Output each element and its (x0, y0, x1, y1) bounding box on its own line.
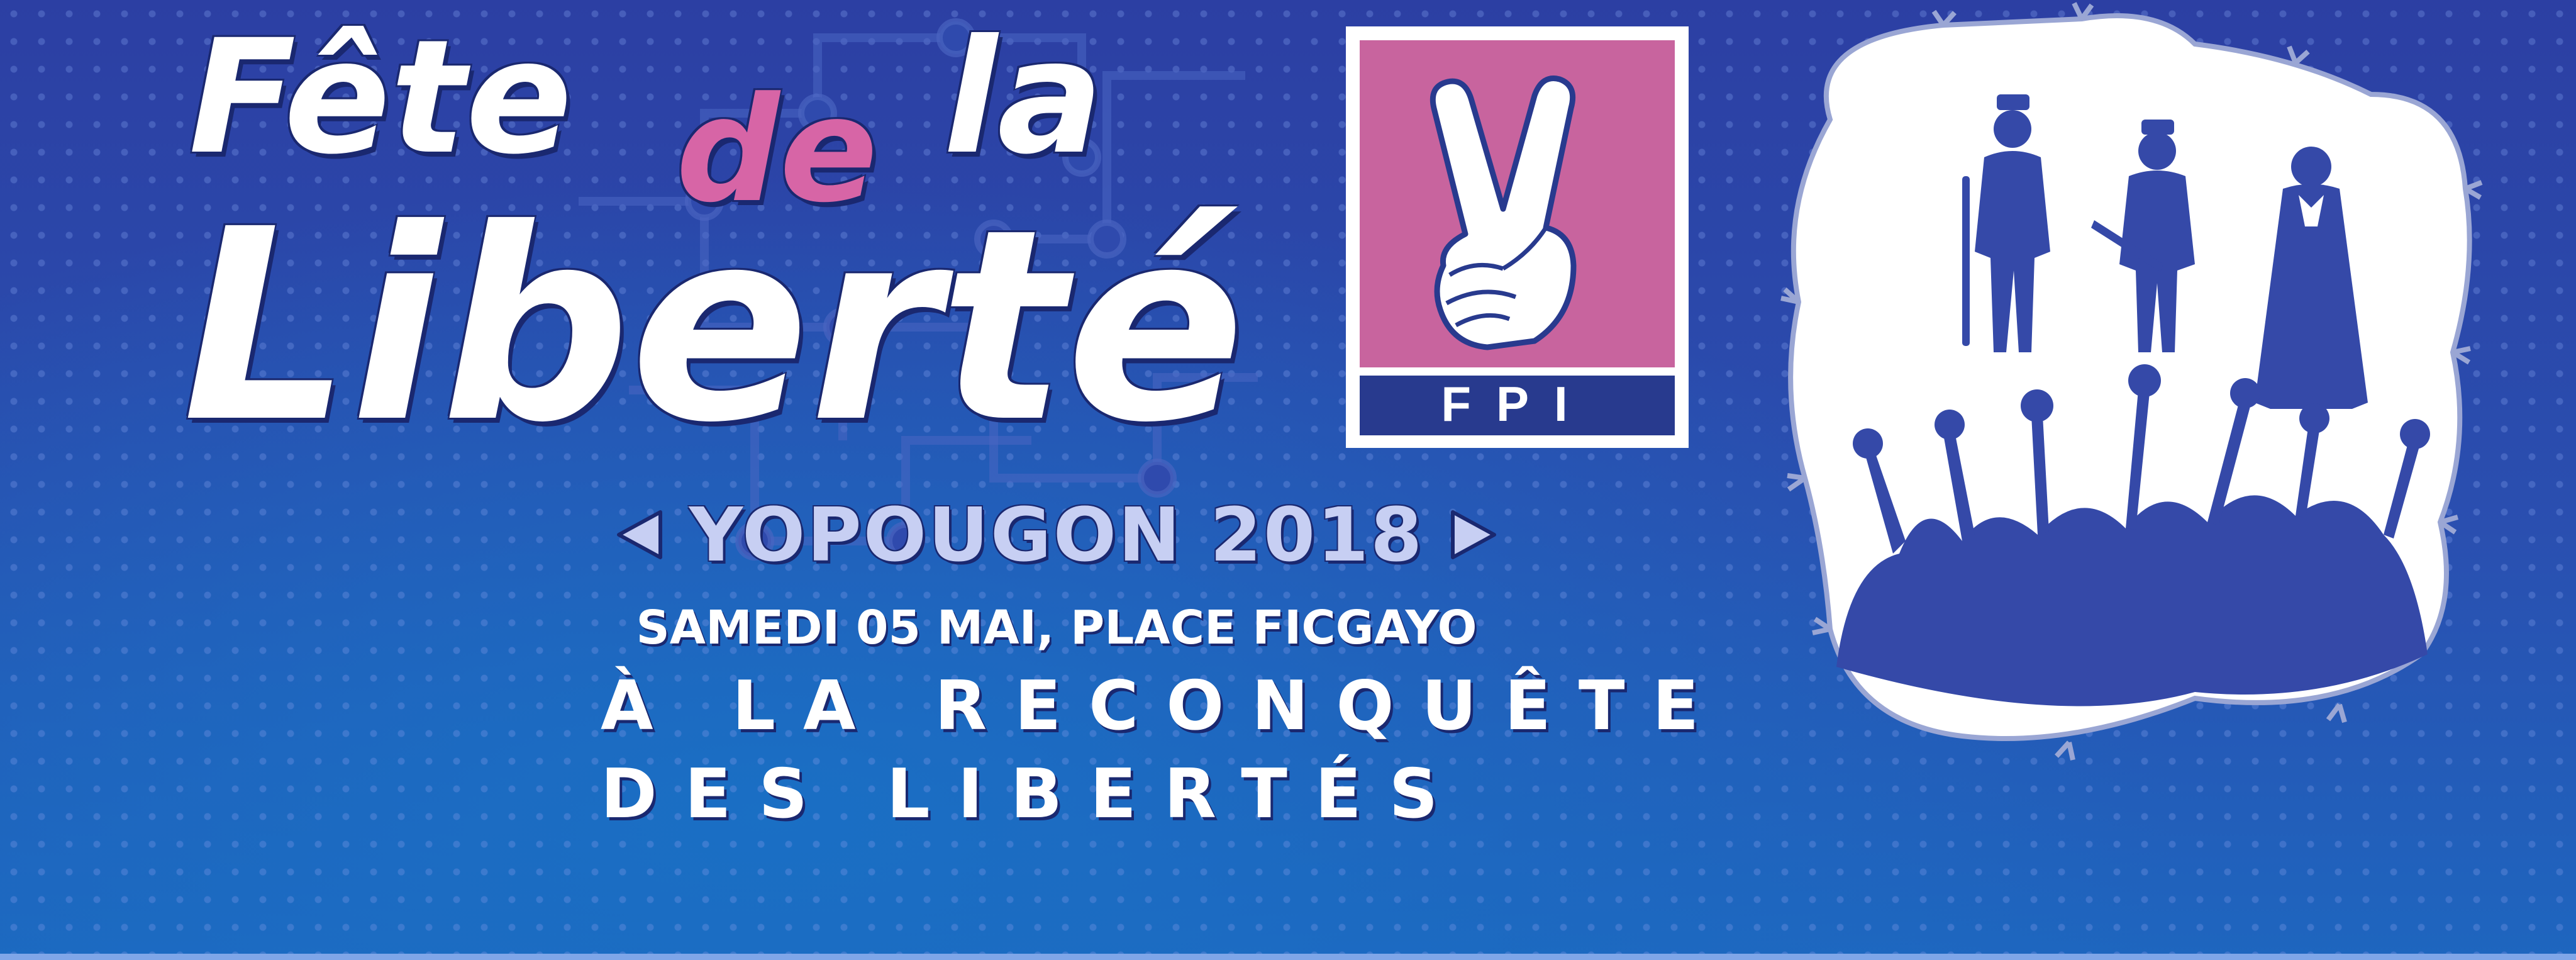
slogan-line-2: DES LIBERTÉS (601, 755, 1466, 834)
location-year: YOPOUGON 2018 (689, 491, 1424, 578)
arrow-left-icon (616, 510, 662, 559)
slogan-line-1: À LA RECONQUÊTE (601, 667, 1727, 745)
fpi-party-logo: FPI (1346, 26, 1689, 448)
title-word-la: la (943, 6, 1104, 189)
barbed-wire-crowd-illustration (1780, 2, 2483, 761)
bottom-border-line (0, 954, 2576, 960)
logo-label: FPI (1441, 376, 1592, 432)
location-year-row: YOPOUGON 2018 (597, 491, 1516, 579)
arrow-right-icon (1451, 510, 1497, 559)
event-banner: Fête de la Liberté FPI YOPOUGON 2018 SAM… (0, 0, 2576, 960)
event-date-place: SAMEDI 05 MAI, PLACE FICGAYO (636, 601, 1477, 655)
title-word-liberte: Liberté (182, 173, 1245, 481)
title-word-fete: Fête (189, 6, 572, 189)
